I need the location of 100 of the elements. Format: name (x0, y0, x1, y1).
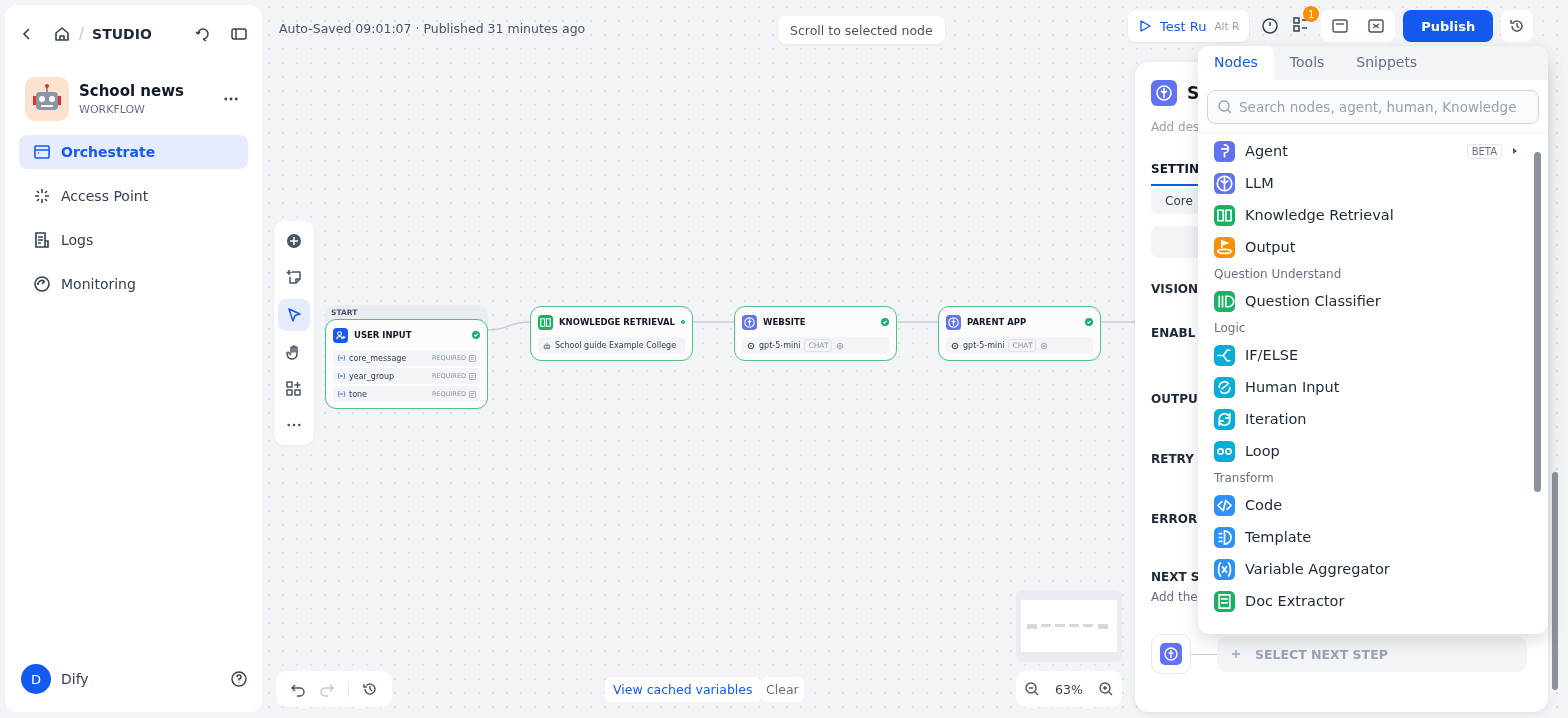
node-list-item[interactable]: Human Input (1214, 371, 1518, 403)
grid-icon (285, 380, 303, 398)
node-list-item[interactable]: Loop (1214, 435, 1518, 467)
dataset-name: School guide Example College (555, 341, 677, 350)
robot-icon (543, 341, 551, 350)
node-list-item[interactable]: Variable Aggregator (1214, 553, 1518, 585)
app-type: WORKFLOW (79, 103, 146, 116)
variable-name: year_group (349, 371, 395, 381)
nav-item[interactable]: Logs (19, 223, 248, 257)
pointer-icon (285, 306, 303, 324)
search-field[interactable]: Search nodes, agent, human, Knowledge (1207, 90, 1539, 124)
pointer-tool-button[interactable] (278, 299, 310, 331)
more-icon[interactable] (224, 97, 238, 101)
field-type-icon (469, 354, 476, 362)
scroll-to-node-button[interactable]: Scroll to selected node (778, 16, 945, 44)
success-check-icon (681, 318, 685, 326)
settings-icon (1040, 341, 1049, 350)
more-icon (287, 423, 301, 427)
checklist-count-badge: 1 (1303, 6, 1320, 22)
variable-name: tone (349, 389, 368, 399)
node-list-item[interactable]: Output (1214, 231, 1518, 263)
variable-icon (337, 354, 346, 362)
help-icon[interactable] (230, 670, 248, 688)
model-name: gpt-5-mini (759, 341, 801, 350)
sidebar-toggle-icon[interactable] (230, 25, 248, 43)
scrollbar-thumb[interactable] (1534, 152, 1541, 492)
node-title: S (1187, 83, 1200, 103)
node-list-item[interactable]: Knowledge Retrieval (1214, 199, 1518, 231)
success-check-icon (881, 318, 889, 326)
node-title: WEBSITE (763, 317, 807, 327)
nav-item[interactable]: Orchestrate (19, 135, 248, 169)
sparkle-icon (33, 187, 51, 205)
node-list-item[interactable]: Agent BETA (1214, 135, 1518, 167)
node-title: KNOWLEDGE RETRIEVAL (559, 317, 675, 327)
plus-icon (285, 232, 303, 250)
nav-item[interactable]: Access Point (19, 179, 248, 213)
gauge-icon (33, 275, 51, 293)
beta-badge: BETA (1466, 143, 1502, 159)
env-variables-icon[interactable] (1331, 17, 1350, 35)
node-list-item[interactable]: Doc Extractor (1214, 585, 1518, 617)
picker-tab[interactable]: Nodes (1198, 46, 1274, 80)
section-title: VISION (1151, 282, 1199, 296)
refresh-icon[interactable] (194, 25, 212, 43)
zoom-in-icon[interactable] (1098, 681, 1115, 697)
plus-icon (1229, 647, 1243, 661)
view-cached-variables-button[interactable]: View cached variables (605, 677, 761, 702)
document-icon (33, 231, 51, 249)
app-name: School news (79, 82, 185, 100)
home-icon[interactable] (53, 25, 71, 43)
save-status: Auto-Saved 09:01:07 · Published 31 minutes ago (279, 21, 586, 36)
clear-button[interactable]: Clear (761, 677, 804, 702)
variable-icon (337, 372, 346, 380)
user-name: Dify (61, 671, 89, 687)
field-type-icon (469, 390, 476, 398)
model-logo-icon (747, 341, 755, 350)
breadcrumb-separator: / (79, 25, 85, 43)
picker-tab[interactable]: Tools (1273, 54, 1341, 80)
section-title: RETRY (1151, 452, 1195, 466)
user-avatar[interactable]: D (21, 664, 51, 694)
history-icon[interactable] (361, 681, 378, 697)
node-list-item[interactable]: Question Classifier (1214, 285, 1518, 317)
variable-box-icon[interactable] (1367, 17, 1386, 35)
model-logo-icon (951, 341, 959, 350)
section-title: NEXT S (1151, 570, 1200, 584)
clock-icon[interactable] (1261, 17, 1280, 35)
section-hint: Add the (1151, 590, 1198, 604)
node-title: PARENT APP (967, 317, 1028, 327)
checklist-icon[interactable] (1291, 15, 1310, 33)
model-name: gpt-5-mini (963, 341, 1005, 350)
section-title: ENABL (1151, 326, 1197, 340)
robot-avatar (25, 77, 69, 121)
section-title: OUTPU (1151, 392, 1199, 406)
success-check-icon (472, 331, 480, 339)
category-heading: Question Understand (1214, 266, 1343, 283)
node-list-item[interactable]: IF/ELSE (1214, 339, 1518, 371)
test-run-button[interactable]: Test Ru Alt R (1128, 10, 1250, 42)
publish-button[interactable]: Publish (1403, 10, 1494, 42)
section-title: ERROR (1151, 512, 1199, 526)
scrollbar-thumb[interactable] (1552, 472, 1558, 690)
node-list-item[interactable]: Iteration (1214, 403, 1518, 435)
node-list-item[interactable]: Code (1214, 489, 1518, 521)
category-heading: Logic (1214, 320, 1247, 337)
caret-icon (1512, 147, 1518, 155)
success-check-icon (1085, 318, 1093, 326)
note-icon (285, 268, 303, 286)
picker-tab[interactable]: Snippets (1340, 54, 1434, 80)
zoom-out-icon[interactable] (1023, 681, 1040, 697)
variable-icon (337, 390, 346, 398)
search-icon (1217, 99, 1233, 115)
settings-icon (836, 341, 845, 350)
node-list-item[interactable]: Template (1214, 521, 1518, 553)
nav-item[interactable]: Monitoring (19, 267, 248, 301)
node-list-item[interactable]: LLM (1214, 167, 1518, 199)
node-title: USER INPUT (354, 330, 413, 340)
zoom-level[interactable]: 63% (1055, 681, 1083, 697)
field-type-icon (469, 372, 476, 380)
breadcrumb-label[interactable]: STUDIO (92, 26, 152, 42)
category-heading: Transform (1214, 470, 1275, 487)
variable-name: core_message (349, 353, 407, 363)
workflow-node[interactable]: KNOWLEDGE RETRIEVAL School guide Example College (530, 306, 693, 361)
